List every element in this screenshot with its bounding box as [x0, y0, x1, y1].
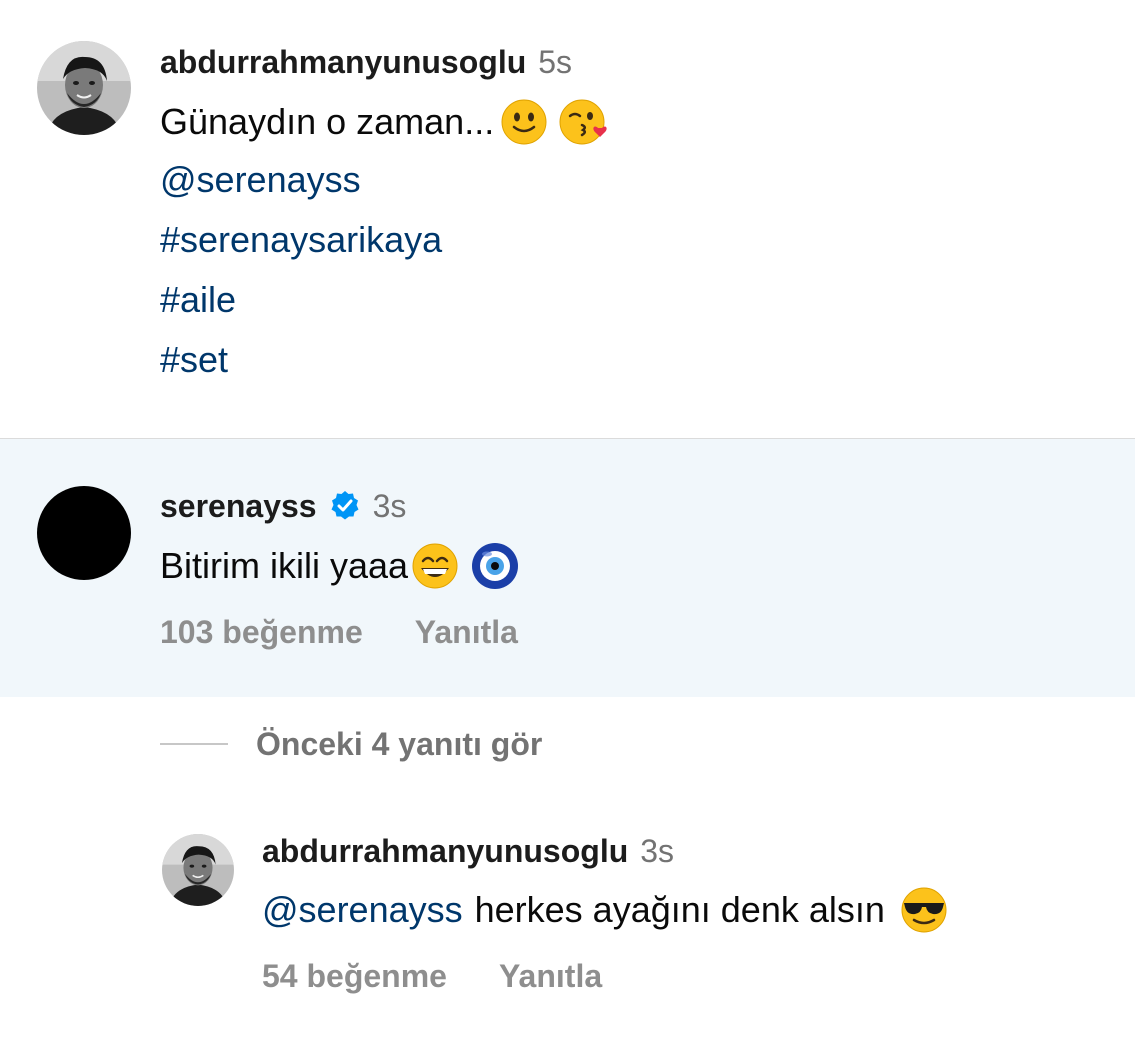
comment-time: 3s [372, 487, 407, 524]
hashtag-set[interactable]: #set [160, 338, 228, 382]
slightly-smiling-face-emoji [500, 98, 548, 146]
comment-header: serenayss 3s [160, 486, 406, 526]
reply-likes[interactable]: 54 beğenme [262, 958, 447, 998]
reply-mention[interactable]: @serenayss [262, 889, 463, 931]
grinning-face-emoji [410, 542, 460, 590]
hashtag-serenaysarikaya[interactable]: #serenaysarikaya [160, 218, 442, 262]
view-previous-replies-button[interactable]: Önceki 4 yanıtı gör [160, 722, 542, 766]
comment-meta: 103 beğenme Yanıtla [160, 614, 518, 654]
smiling-face-with-sunglasses-emoji [899, 886, 949, 934]
caption-text: Günaydın o zaman... [160, 101, 495, 142]
reply-reply-button[interactable]: Yanıtla [499, 958, 602, 998]
reply-header: abdurrahmanyunusoglu 3s [262, 831, 674, 871]
face-blowing-kiss-emoji [558, 98, 610, 146]
caption-username[interactable]: abdurrahmanyunusoglu [160, 44, 526, 81]
nazar-amulet-emoji [470, 541, 520, 591]
reply-text: herkes ayağını denk alsın [474, 889, 885, 930]
comment-text-line: Bitirim ikili yaaa [160, 542, 520, 590]
view-replies-label: Önceki 4 yanıtı gör [256, 725, 543, 762]
replies-line-icon [160, 743, 228, 745]
comment-text: Bitirim ikili yaaa [160, 545, 409, 586]
comment-username[interactable]: serenayss [160, 488, 317, 525]
caption-mention[interactable]: @serenayss [160, 158, 361, 202]
avatar-abdurrahmanyunusoglu-reply[interactable] [162, 834, 234, 906]
reply-time: 3s [640, 832, 675, 869]
verified-badge-icon [329, 490, 361, 522]
reply-text-line: @serenayss herkes ayağını denk alsın [262, 886, 949, 934]
avatar-abdurrahmanyunusoglu[interactable] [37, 41, 131, 135]
avatar-serenayss[interactable] [37, 486, 131, 580]
reply-meta: 54 beğenme Yanıtla [262, 958, 602, 998]
caption-header: abdurrahmanyunusoglu 5s [160, 42, 572, 82]
caption-text-line: Günaydın o zaman... [160, 98, 610, 146]
reply-username[interactable]: abdurrahmanyunusoglu [262, 833, 628, 870]
comment-likes[interactable]: 103 beğenme [160, 614, 363, 654]
caption-time: 5s [538, 43, 573, 80]
hashtag-aile[interactable]: #aile [160, 278, 236, 322]
comment-reply-button[interactable]: Yanıtla [415, 614, 518, 654]
